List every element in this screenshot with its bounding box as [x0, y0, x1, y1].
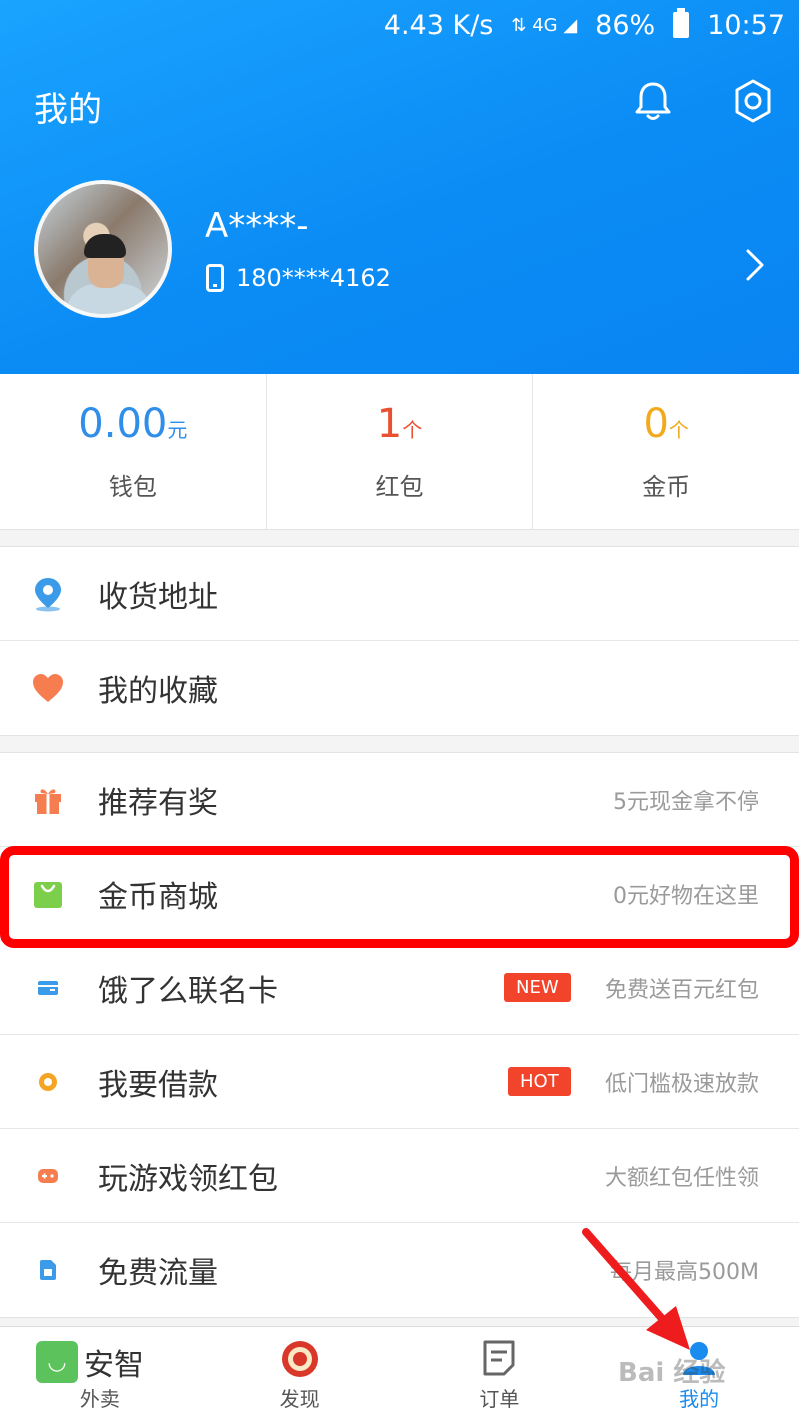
- tab-label: 外卖: [79, 1387, 120, 1411]
- phone-number-row: 180****4162: [206, 264, 391, 292]
- list-item-game-red-packet[interactable]: 玩游戏领红包 大额红包任性领: [0, 1129, 799, 1223]
- list-item-subtitle: 0元好物在这里: [613, 883, 759, 909]
- gold-coin-stat[interactable]: 0个 金币: [533, 374, 799, 529]
- gold-coin-unit: 个: [668, 418, 689, 442]
- notification-bell-icon[interactable]: [632, 80, 674, 122]
- list-item-coin-mall[interactable]: 金币商城 0元好物在这里: [0, 847, 799, 941]
- battery-icon: [673, 8, 690, 38]
- new-badge: NEW: [504, 973, 571, 1002]
- wallet-value: 0.00: [78, 401, 168, 447]
- discover-icon: [281, 1341, 318, 1377]
- phone-number: 180****4162: [236, 264, 391, 292]
- gamepad-icon: [30, 1158, 66, 1194]
- list-item-co-branded-card[interactable]: 饿了么联名卡 NEW 免费送百元红包: [0, 941, 799, 1035]
- network-signal-icon: ⇅ 4G ◢: [511, 14, 578, 36]
- username[interactable]: A****-: [205, 206, 309, 246]
- tab-orders[interactable]: 订单: [400, 1327, 600, 1422]
- heart-icon: [30, 670, 66, 706]
- gold-coin-value: 0: [643, 401, 669, 447]
- card-icon: [30, 970, 66, 1006]
- hot-badge: HOT: [508, 1067, 571, 1096]
- anzhi-logo-icon: ◡: [36, 1341, 78, 1383]
- settings-gear-icon[interactable]: [730, 78, 776, 124]
- list-item-subtitle: 低门槛极速放款: [604, 1071, 759, 1097]
- gift-icon: [30, 782, 66, 818]
- list-item-label: 玩游戏领红包: [98, 1161, 278, 1197]
- network-speed: 4.43 K/s: [383, 9, 494, 41]
- list-item-label: 金币商城: [98, 879, 218, 915]
- wallet-stat[interactable]: 0.00元 钱包: [0, 374, 267, 529]
- red-packet-unit: 个: [402, 418, 423, 442]
- gold-coin-label: 金币: [642, 473, 691, 501]
- list-item-label: 免费流量: [98, 1256, 218, 1291]
- list-item-label: 我的收藏: [98, 674, 218, 709]
- wallet-label: 钱包: [108, 473, 157, 501]
- anzhi-watermark: ◡ 安智: [36, 1340, 144, 1384]
- coin-icon: [30, 1064, 66, 1100]
- list-item-label: 饿了么联名卡: [98, 973, 278, 1009]
- page-title: 我的: [34, 90, 102, 130]
- avatar[interactable]: [34, 180, 172, 318]
- tab-label: 订单: [479, 1387, 520, 1411]
- list-item-subtitle: 免费送百元红包: [604, 977, 759, 1003]
- red-packet-stat[interactable]: 1个 红包: [267, 374, 534, 529]
- clock: 10:57: [707, 9, 785, 41]
- anzhi-watermark-text: 安智: [84, 1348, 144, 1383]
- list-item-address[interactable]: 收货地址: [0, 547, 799, 641]
- profile-header: 4.43 K/s ⇅ 4G ◢ 86% 10:57 我的 A****- 180*…: [0, 0, 799, 374]
- list-item-loan[interactable]: 我要借款 HOT 低门槛极速放款: [0, 1035, 799, 1129]
- location-pin-icon: [30, 576, 66, 612]
- status-bar: 4.43 K/s ⇅ 4G ◢ 86% 10:57: [384, 0, 799, 50]
- list-item-referral[interactable]: 推荐有奖 5元现金拿不停: [0, 753, 799, 847]
- orders-icon: [483, 1340, 515, 1376]
- tab-discover[interactable]: 发现: [200, 1327, 400, 1422]
- tab-label: 发现: [279, 1387, 320, 1411]
- battery-percent: 86%: [595, 9, 656, 41]
- shopping-bag-icon: [30, 876, 66, 912]
- list-item-subtitle: 大额红包任性领: [604, 1165, 759, 1191]
- list-item-label: 收货地址: [98, 579, 218, 615]
- phone-icon: [206, 264, 224, 292]
- account-stats: 0.00元 钱包 1个 红包 0个 金币: [0, 374, 799, 530]
- red-packet-label: 红包: [375, 473, 424, 501]
- wallet-unit: 元: [167, 418, 188, 442]
- red-packet-value: 1: [376, 401, 403, 447]
- profile-page: 4.43 K/s ⇅ 4G ◢ 86% 10:57 我的 A****- 180*…: [0, 0, 799, 1422]
- list-item-label: 我要借款: [98, 1067, 218, 1103]
- baidu-watermark: Bai 经验: [618, 1358, 726, 1388]
- address-favorites-group: 收货地址 我的收藏: [0, 546, 799, 736]
- list-item-favorites[interactable]: 我的收藏: [0, 641, 799, 735]
- chevron-right-icon[interactable]: [744, 248, 766, 282]
- sim-card-icon: [30, 1252, 66, 1288]
- list-item-label: 推荐有奖: [98, 785, 218, 821]
- red-arrow-annotation: [582, 1228, 690, 1350]
- list-item-subtitle: 5元现金拿不停: [613, 789, 759, 815]
